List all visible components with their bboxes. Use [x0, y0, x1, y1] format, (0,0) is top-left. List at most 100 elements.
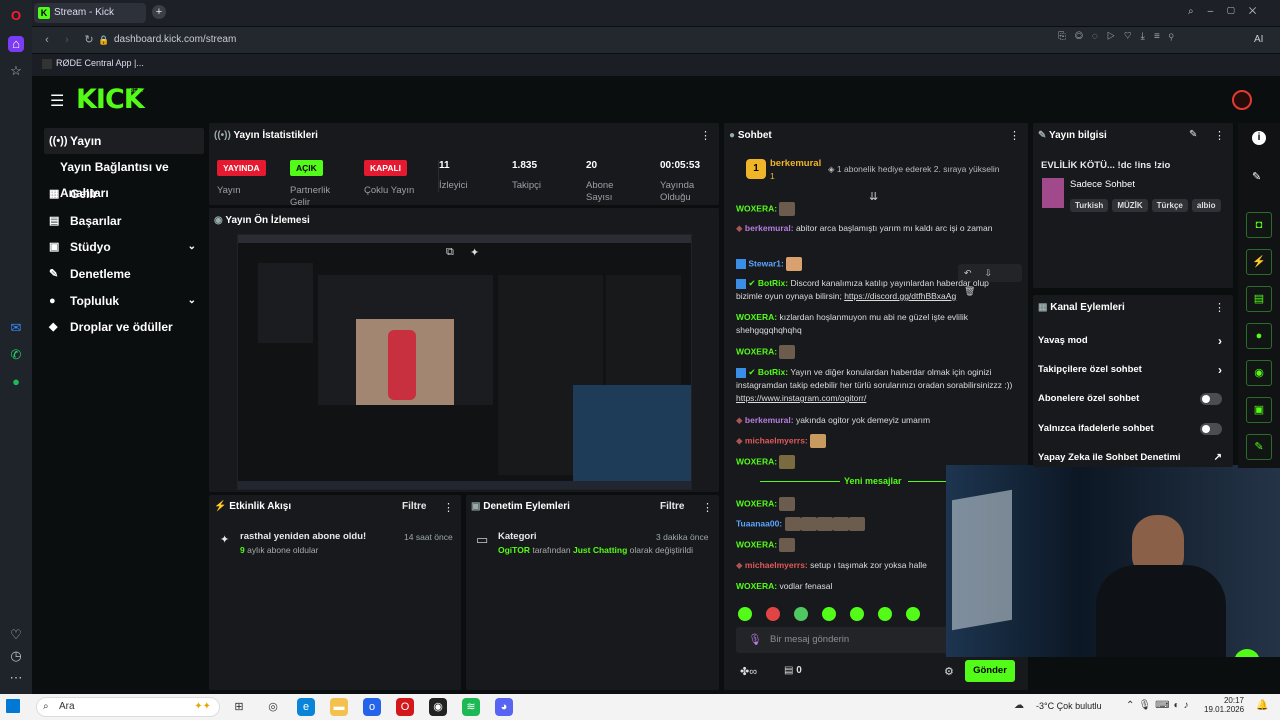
points-icon[interactable]: ✤∞: [740, 665, 757, 678]
chat-link[interactable]: https://www.instagram.com/ogitorr/: [736, 393, 866, 403]
stream-preview-video[interactable]: [237, 234, 692, 490]
rail-lightning-icon[interactable]: ⚡: [1246, 249, 1272, 275]
discord-icon[interactable]: ◕: [495, 698, 513, 716]
tag[interactable]: Türkçe: [1151, 199, 1188, 212]
emote-icon[interactable]: [738, 606, 752, 621]
opera-logo-icon[interactable]: O: [8, 8, 24, 24]
chat-user[interactable]: WOXERA:: [736, 203, 777, 213]
emote-only-toggle[interactable]: [1200, 423, 1222, 435]
rail-broadcast-icon[interactable]: ◉: [1246, 360, 1272, 386]
action-subs-only[interactable]: Abonelere özel sohbet: [1038, 387, 1228, 411]
chat-settings-icon[interactable]: ⚙: [944, 665, 954, 678]
chat-user[interactable]: WOXERA:: [736, 346, 777, 356]
ai-button[interactable]: AI: [1254, 31, 1263, 49]
sparkle-icon[interactable]: ✦: [470, 246, 479, 259]
tab-kick-dashboard[interactable]: KStream - Kick Dashboard: [34, 3, 146, 38]
weather-text[interactable]: -3°C Çok bulutlu: [1036, 701, 1102, 711]
more-icon[interactable]: ⋯: [8, 670, 24, 686]
opera-taskbar-icon[interactable]: O: [396, 698, 414, 716]
history-icon[interactable]: ◷: [8, 648, 24, 664]
notification-icon[interactable]: 🔔: [1256, 700, 1268, 711]
chat-user[interactable]: michaelmyerrs:: [745, 560, 808, 570]
moderation-filter-button[interactable]: Filtre: [660, 501, 684, 512]
user-avatar[interactable]: [1232, 90, 1252, 110]
send-button[interactable]: Gönder: [965, 660, 1015, 682]
pinned-user[interactable]: berkemural: [770, 158, 821, 169]
edit-icon[interactable]: ✎: [1189, 129, 1197, 140]
chat-input[interactable]: 🎙 Bir mesaj gönderin: [736, 627, 948, 653]
emote-icon[interactable]: [766, 606, 780, 621]
chat-menu-icon[interactable]: ⋮: [1009, 129, 1020, 142]
rail-screenshot-icon[interactable]: ◘: [1246, 212, 1272, 238]
outlook-icon[interactable]: o: [363, 698, 381, 716]
chat-user[interactable]: WOXERA:: [736, 581, 777, 591]
chat-user[interactable]: Tuaanaa00:: [736, 518, 782, 528]
chat-user[interactable]: WOXERA:: [736, 456, 777, 466]
nav-droplar[interactable]: ◆ Droplar ve ödüller: [44, 314, 204, 340]
url-field[interactable]: 🔒 dashboard.kick.com/stream: [96, 31, 1046, 49]
heart-icon[interactable]: ♡: [8, 627, 24, 643]
chat-user[interactable]: WOXERA:: [736, 539, 777, 549]
action-slow-mode[interactable]: Yavaş mod ›: [1038, 329, 1228, 353]
widgets-icon[interactable]: ◎: [264, 698, 282, 716]
bookmark-rode[interactable]: RØDE Central App |...: [42, 58, 144, 69]
home-icon[interactable]: ⌂: [8, 36, 24, 52]
back-icon[interactable]: ‹: [38, 31, 56, 49]
chat-user[interactable]: michaelmyerrs:: [745, 435, 808, 445]
menu-icon[interactable]: ☰: [50, 91, 64, 111]
chat-link[interactable]: https://discord.gg/dtfhBBxaAg: [844, 291, 956, 301]
nav-yayin[interactable]: ((•)) Yayın: [44, 128, 204, 154]
spotify-icon[interactable]: ●: [8, 374, 24, 390]
nav-studyo[interactable]: ▣ Stüdyo ⌄: [44, 234, 204, 260]
star-icon[interactable]: ☆: [8, 63, 24, 79]
windows-start-icon[interactable]: [6, 699, 20, 713]
nav-gelir[interactable]: ▦ Gelir: [44, 181, 204, 207]
chat-user[interactable]: WOXERA:: [736, 312, 777, 322]
browser-toolbar-icons[interactable]: ⎘◎◌▷♡⤓≡⚲: [1058, 31, 1183, 42]
spotify-taskbar-icon[interactable]: ≋: [462, 698, 480, 716]
nav-denetleme[interactable]: ✎ Denetleme: [44, 261, 204, 287]
taskbar-search[interactable]: ⌕ Ara ✦✦: [36, 697, 220, 717]
action-emote-only[interactable]: Yalnızca ifadelerle sohbet: [1038, 417, 1228, 441]
chat-user[interactable]: Stewar1:: [748, 258, 783, 268]
emote-icon[interactable]: [850, 606, 864, 621]
rail-chat-icon[interactable]: ●: [1246, 323, 1272, 349]
chat-user[interactable]: BotRix:: [758, 367, 788, 377]
info-icon[interactable]: i: [1252, 131, 1266, 145]
action-ai-moderation[interactable]: Yapay Zeka ile Sohbet Denetimi ↗: [1038, 446, 1228, 470]
tag[interactable]: MÜZİK: [1112, 199, 1148, 212]
explorer-icon[interactable]: ▬: [330, 698, 348, 716]
pencil-icon[interactable]: ✎: [1252, 170, 1261, 183]
category-name[interactable]: Sadece Sohbet: [1070, 179, 1135, 190]
emote-bar[interactable]: [738, 605, 948, 621]
activity-filter-button[interactable]: Filtre: [402, 501, 426, 512]
nav-stream-key[interactable]: Yayın Bağlantısı ve Anahtarı: [44, 154, 214, 200]
popout-icon[interactable]: ⧉: [446, 246, 454, 259]
actions-menu-icon[interactable]: ⋮: [1214, 301, 1225, 314]
new-tab-icon[interactable]: +: [152, 5, 166, 19]
moderation-menu-icon[interactable]: ⋮: [702, 501, 713, 514]
rail-document-icon[interactable]: ▤: [1246, 286, 1272, 312]
emote-icon[interactable]: [822, 606, 836, 621]
action-followers-only[interactable]: Takipçilere özel sohbet ›: [1038, 358, 1228, 382]
microphone-icon[interactable]: 🎙: [748, 633, 762, 646]
obs-icon[interactable]: ◉: [429, 698, 447, 716]
edge-icon[interactable]: e: [297, 698, 315, 716]
task-view-icon[interactable]: ⊞: [230, 698, 248, 716]
info-menu-icon[interactable]: ⋮: [1214, 129, 1225, 142]
system-tray-icons[interactable]: ⌃🎙⌨◐♪: [1126, 700, 1193, 711]
chat-user[interactable]: berkemural:: [745, 415, 794, 425]
chat-user[interactable]: WOXERA:: [736, 498, 777, 508]
clock[interactable]: 20:17 19.01.2026: [1204, 696, 1244, 714]
whatsapp-icon[interactable]: ✆: [8, 347, 24, 363]
messenger-icon[interactable]: ✉: [8, 320, 24, 336]
tag[interactable]: albio: [1191, 199, 1221, 212]
subs-only-toggle[interactable]: [1200, 393, 1222, 405]
nav-topluluk[interactable]: ● Topluluk ⌄: [44, 288, 204, 314]
tag[interactable]: Turkish: [1070, 199, 1109, 212]
rail-shield-icon[interactable]: ▣: [1246, 397, 1272, 423]
stats-menu-icon[interactable]: ⋮: [700, 129, 711, 142]
points-counter[interactable]: ▤ 0: [784, 665, 802, 676]
chat-user[interactable]: berkemural:: [745, 223, 794, 233]
nav-basarilar[interactable]: ▤ Başarılar: [44, 208, 204, 234]
